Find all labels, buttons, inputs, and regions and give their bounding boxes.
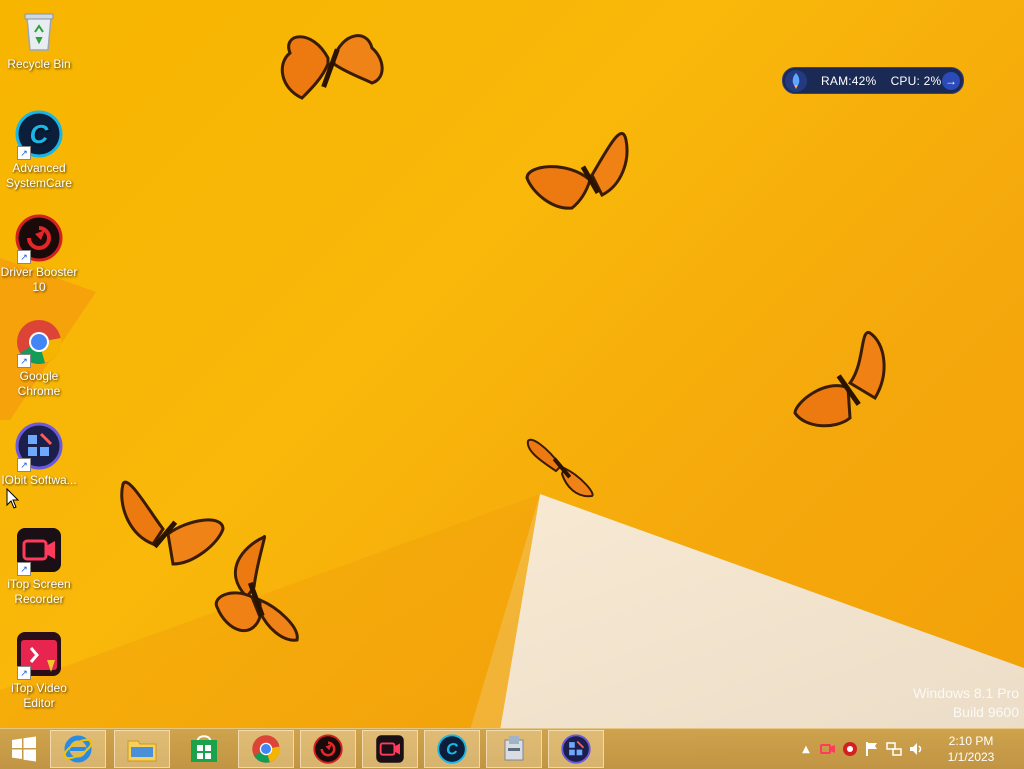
desktop-icon-label: Google Chrome [17, 369, 61, 398]
iobit-software-icon: ↗ [15, 422, 63, 472]
svg-text:C: C [446, 741, 458, 759]
ram-usage: RAM:42% [821, 73, 877, 88]
desktop-icon-label: iTop Video Editor [11, 681, 67, 710]
shortcut-arrow-icon: ↗ [17, 458, 31, 472]
network-icon[interactable] [886, 741, 902, 757]
desktop-icon-recycle-bin[interactable]: Recycle Bin [0, 6, 78, 72]
shortcut-arrow-icon: ↗ [17, 354, 31, 368]
show-hidden-icon[interactable]: ▲ [798, 741, 814, 757]
shortcut-arrow-icon: ↗ [17, 250, 31, 264]
arrow-right-icon[interactable]: → [942, 71, 960, 90]
recycle-bin-icon [15, 6, 63, 54]
butterfly-icon [214, 535, 299, 642]
taskbar-file-explorer[interactable] [114, 730, 170, 768]
shortcut-arrow-icon: ↗ [17, 146, 31, 160]
mouse-cursor-icon [6, 488, 20, 509]
itop-video-editor-icon: ↗ [15, 630, 63, 680]
taskbar: C ▲ 2:10 PM 1/1/2023 [0, 728, 1024, 769]
iobit-software-icon [561, 734, 591, 764]
store-icon [191, 735, 217, 762]
desktop-icon-advanced-systemcare[interactable]: C ↗ Advanced SystemCare [0, 110, 78, 191]
taskbar-itop-screen-recorder[interactable] [362, 730, 418, 768]
driver-booster-tray-icon[interactable] [842, 741, 858, 757]
start-button[interactable] [0, 730, 48, 768]
itop-recorder-tray-icon[interactable] [820, 741, 836, 757]
taskbar-iobit-software[interactable] [548, 730, 604, 768]
butterfly-icon [793, 331, 886, 428]
windows-watermark: Windows 8.1 Pro Build 9600 [913, 684, 1019, 722]
desktop-icon-label: iTop Screen Recorder [7, 577, 71, 606]
driver-booster-icon [313, 734, 343, 764]
action-center-flag-icon[interactable] [864, 741, 880, 757]
taskbar-advanced-systemcare[interactable]: C [424, 730, 480, 768]
advanced-systemcare-icon: C [437, 734, 467, 764]
svg-text:C: C [30, 119, 50, 149]
taskbar-chrome[interactable] [238, 730, 294, 768]
desktop-icon-itop-video-editor[interactable]: ↗ iTop Video Editor [0, 630, 78, 711]
desktop-icon-itop-screen-recorder[interactable]: ↗ iTop Screen Recorder [0, 526, 78, 607]
taskbar-internet-explorer[interactable] [50, 730, 106, 768]
desktop-icon-google-chrome[interactable]: ↗ Google Chrome [0, 318, 78, 399]
internet-explorer-icon [63, 735, 93, 763]
itop-screen-recorder-icon [376, 735, 404, 763]
butterfly-icon [280, 34, 384, 100]
driver-booster-icon: ↗ [15, 214, 63, 264]
volume-icon[interactable] [908, 741, 924, 757]
chrome-icon [252, 735, 280, 763]
rocket-icon[interactable] [785, 69, 807, 92]
installer-icon [504, 736, 524, 761]
desktop-icon-driver-booster[interactable]: ↗ Driver Booster 10 [0, 214, 78, 295]
clock-date: 1/1/2023 [947, 750, 995, 764]
taskbar-driver-booster[interactable] [300, 730, 356, 768]
taskbar-installer[interactable] [486, 730, 542, 768]
system-monitor-widget[interactable]: RAM:42% CPU: 2% → [782, 67, 964, 94]
desktop-icon-iobit-software[interactable]: ↗ IObit Softwa... [0, 422, 78, 488]
butterfly-icon [120, 480, 225, 566]
itop-screen-recorder-icon: ↗ [15, 526, 63, 576]
shortcut-arrow-icon: ↗ [17, 562, 31, 576]
taskbar-store[interactable] [176, 730, 232, 768]
desktop-icon-label: Advanced SystemCare [5, 161, 73, 190]
system-stats: RAM:42% CPU: 2% [807, 74, 942, 88]
windows-logo-icon [12, 736, 36, 762]
cpu-usage: CPU: 2% [890, 73, 942, 88]
system-tray: ▲ [798, 729, 924, 769]
shortcut-arrow-icon: ↗ [17, 666, 31, 680]
file-explorer-icon [127, 740, 157, 762]
chrome-icon: ↗ [15, 318, 63, 368]
advanced-systemcare-icon: C ↗ [15, 110, 63, 160]
watermark-build: Build 9600 [952, 704, 1019, 720]
taskbar-clock[interactable]: 2:10 PM 1/1/2023 [936, 733, 1006, 765]
desktop-icon-label: Recycle Bin [7, 57, 71, 71]
desktop-icon-label: IObit Softwa... [1, 473, 77, 487]
butterfly-icon [525, 132, 629, 210]
watermark-edition: Windows 8.1 Pro [913, 685, 1019, 701]
clock-time: 2:10 PM [948, 734, 994, 748]
butterfly-icon [526, 438, 594, 498]
desktop-icon-label: Driver Booster 10 [0, 265, 78, 294]
